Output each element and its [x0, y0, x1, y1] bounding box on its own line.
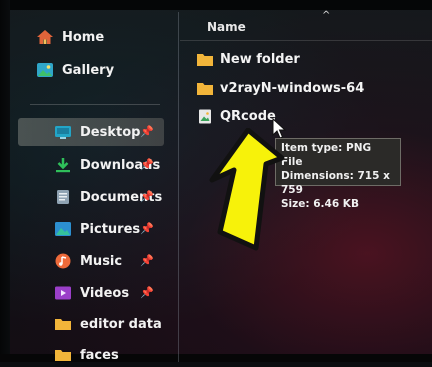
sidebar-item-downloads[interactable]: Downloads 📌	[54, 153, 162, 177]
sidebar-item-editor-data[interactable]: editor data	[54, 312, 162, 336]
sidebar-item-label: Home	[62, 29, 105, 45]
download-icon	[56, 158, 70, 173]
pin-icon[interactable]: 📌	[140, 158, 154, 171]
documents-icon	[57, 190, 69, 204]
file-name: v2rayN-windows-64	[220, 80, 365, 96]
file-row-new-folder[interactable]: New folder	[196, 48, 300, 70]
sidebar-separator	[30, 104, 160, 105]
file-row-qrcode[interactable]: QRcode	[196, 105, 276, 127]
desktop-icon	[55, 126, 71, 139]
sidebar-item-label: Pictures	[80, 221, 141, 237]
sidebar-item-desktop[interactable]: Desktop 📌	[54, 120, 162, 144]
sidebar-item-label: Music	[80, 253, 123, 269]
videos-icon	[55, 286, 71, 300]
home-icon	[37, 30, 53, 44]
file-info-tooltip: Item type: PNG File Dimensions: 715 x 75…	[275, 138, 401, 210]
gallery-icon	[37, 63, 53, 77]
monitor-bezel-top	[0, 0, 432, 10]
tooltip-item-type: Item type: PNG File	[281, 142, 372, 168]
yellow-arrow-annotation	[209, 128, 285, 251]
sidebar-item-music[interactable]: Music 📌	[54, 249, 162, 273]
header-divider	[180, 40, 432, 41]
folder-icon	[197, 82, 213, 95]
folder-icon	[55, 350, 71, 361]
file-name: QRcode	[220, 108, 276, 124]
png-file-icon	[199, 109, 211, 123]
pin-icon[interactable]: 📌	[140, 254, 154, 267]
sidebar-item-pictures[interactable]: Pictures 📌	[54, 217, 162, 241]
tooltip-dimensions: Dimensions: 715 x 759	[281, 170, 390, 196]
sidebar-item-label: Desktop	[80, 124, 141, 140]
file-name: New folder	[220, 51, 300, 67]
music-icon	[55, 253, 71, 269]
pin-icon[interactable]: 📌	[140, 286, 154, 299]
sidebar-item-documents[interactable]: Documents 📌	[54, 185, 162, 209]
monitor-bezel-left	[0, 0, 10, 362]
sidebar-item-faces[interactable]: faces	[54, 343, 162, 367]
sidebar-item-gallery[interactable]: Gallery	[36, 58, 164, 82]
sidebar-item-label: Videos	[80, 285, 130, 301]
sidebar-item-label: faces	[80, 347, 119, 363]
file-row-v2rayn[interactable]: v2rayN-windows-64	[196, 77, 364, 99]
folder-icon	[197, 53, 213, 66]
sidebar-item-label: editor data	[80, 316, 162, 332]
pin-icon[interactable]: 📌	[140, 190, 154, 203]
pin-icon[interactable]: 📌	[140, 222, 154, 235]
sidebar-item-videos[interactable]: Videos 📌	[54, 281, 162, 305]
sidebar-item-home[interactable]: Home	[36, 25, 164, 49]
pictures-icon	[55, 222, 71, 236]
column-header-name[interactable]: Name	[207, 20, 246, 34]
folder-icon	[55, 319, 71, 330]
tooltip-size: Size: 6.46 KB	[281, 198, 359, 210]
sort-ascending-icon[interactable]: ^	[322, 10, 330, 21]
pin-icon[interactable]: 📌	[140, 125, 154, 138]
sidebar-item-label: Gallery	[62, 62, 115, 78]
